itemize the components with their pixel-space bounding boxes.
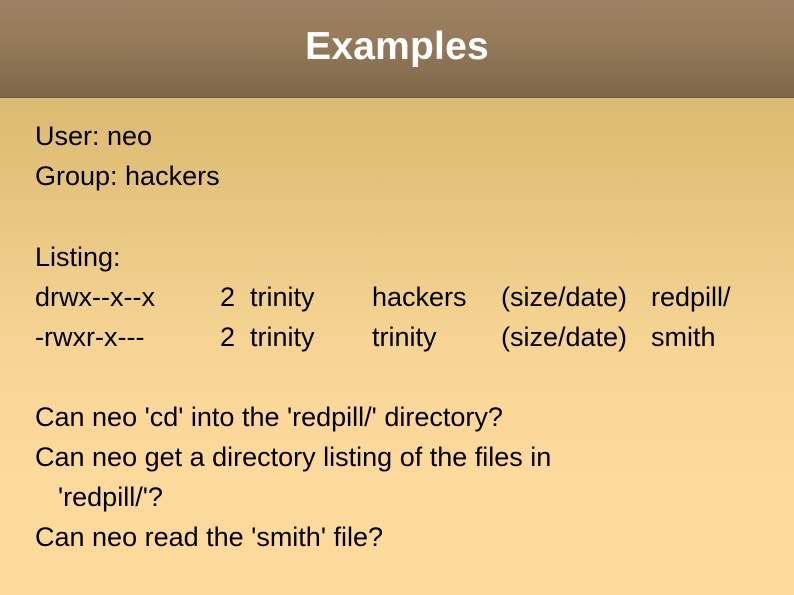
question-line-continuation: 'redpill/'? xyxy=(58,482,163,512)
question-line: Can neo 'cd' into the 'redpill/' directo… xyxy=(35,402,503,432)
listing-row: -rwxr-x--- 2 trinity trinity (size/date)… xyxy=(35,317,786,357)
listing-heading: Listing: xyxy=(35,242,121,272)
listing-group: trinity xyxy=(372,322,437,352)
question-line: Can neo get a directory listing of the f… xyxy=(35,442,552,472)
slide-body: User: neo Group: hackers Listing: drwx--… xyxy=(0,98,794,595)
listing-owner: trinity xyxy=(250,322,315,352)
listing-row: drwx--x--x 2 trinity hackers (size/date)… xyxy=(35,277,786,317)
user-line: User: neo xyxy=(35,121,153,151)
questions-block: Can neo 'cd' into the 'redpill/' directo… xyxy=(35,397,786,557)
listing-size-date: (size/date) xyxy=(501,282,628,312)
listing-size-date: (size/date) xyxy=(501,322,628,352)
listing-group: hackers xyxy=(372,282,467,312)
slide-content: User: neo Group: hackers Listing: drwx--… xyxy=(35,98,786,557)
page-title: Examples xyxy=(305,25,489,68)
listing-block: Listing: drwx--x--x 2 trinity hackers (s… xyxy=(35,237,786,357)
question-line: Can neo read the 'smith' file? xyxy=(35,522,384,552)
slide-header: Examples xyxy=(0,0,794,98)
slide: Examples User: neo Group: hackers Listin… xyxy=(0,0,794,595)
listing-permissions: -rwxr-x--- xyxy=(35,322,145,352)
listing-name: smith xyxy=(651,322,716,352)
group-line: Group: hackers xyxy=(35,161,220,191)
identity-block: User: neo Group: hackers xyxy=(35,116,786,196)
listing-owner: trinity xyxy=(250,282,315,312)
listing-link-count: 2 xyxy=(220,282,236,312)
listing-link-count: 2 xyxy=(220,322,236,352)
listing-permissions: drwx--x--x xyxy=(35,282,155,312)
listing-name: redpill/ xyxy=(651,282,731,312)
